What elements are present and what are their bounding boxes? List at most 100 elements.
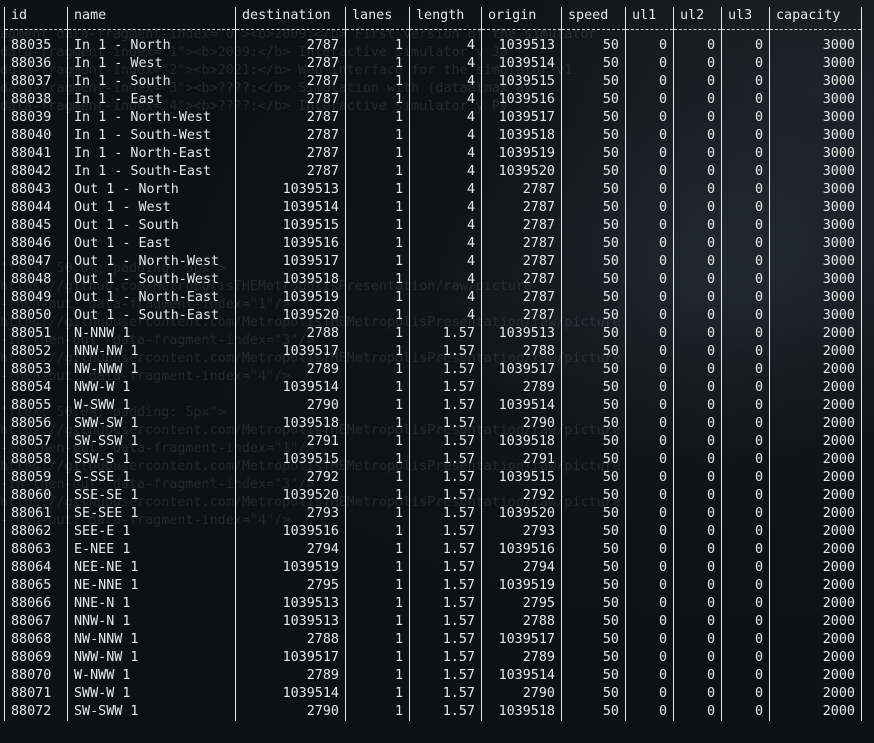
cell-origin: 1039518 (481, 127, 562, 145)
cell-capacity: 2000 (769, 649, 862, 667)
table-row: 88038 In 1 - East 2787 1 4 1039516 50 0 0 0 3000 (4, 91, 862, 109)
cell-name: SEE-E 1 (67, 523, 236, 541)
cell-id: 88070 (4, 667, 68, 685)
cell-ul3: 0 (721, 487, 770, 505)
cell-speed: 50 (561, 55, 626, 73)
cell-ul3: 0 (721, 667, 770, 685)
cell-length: 1.57 (409, 343, 482, 361)
cell-ul1: 0 (625, 163, 674, 181)
cell-ul2: 0 (673, 685, 722, 703)
cell-id: 88043 (4, 181, 68, 199)
cell-speed: 50 (561, 613, 626, 631)
cell-name: Out 1 - South (67, 217, 236, 235)
cell-origin: 2787 (481, 253, 562, 271)
cell-destination: 2787 (235, 145, 346, 163)
cell-name: In 1 - South-East (67, 163, 236, 181)
cell-capacity: 2000 (769, 379, 862, 397)
cell-speed: 50 (561, 235, 626, 253)
cell-length: 4 (409, 271, 482, 289)
cell-capacity: 2000 (769, 343, 862, 361)
cell-destination: 1039513 (235, 595, 346, 613)
cell-origin: 1039517 (481, 109, 562, 127)
cell-destination: 2788 (235, 325, 346, 343)
cell-origin: 2788 (481, 613, 562, 631)
cell-destination: 1039514 (235, 199, 346, 217)
cell-speed: 50 (561, 397, 626, 415)
table-row: 88061 SE-SEE 1 2793 1 1.57 1039520 50 0 0 0 2000 (4, 505, 862, 523)
cell-ul2: 0 (673, 487, 722, 505)
cell-ul3: 0 (721, 451, 770, 469)
cell-ul3: 0 (721, 271, 770, 289)
cell-origin: 2787 (481, 181, 562, 199)
cell-destination: 2787 (235, 163, 346, 181)
cell-lanes: 1 (345, 361, 410, 379)
cell-name: Out 1 - East (67, 235, 236, 253)
table-row: 88049 Out 1 - North-East 1039519 1 4 2787 50 0 0… (4, 289, 862, 307)
cell-destination: 2789 (235, 667, 346, 685)
cell-destination: 1039519 (235, 559, 346, 577)
cell-length: 1.57 (409, 667, 482, 685)
cell-ul1: 0 (625, 181, 674, 199)
cell-lanes: 1 (345, 289, 410, 307)
cell-lanes: 1 (345, 541, 410, 559)
cell-lanes: 1 (345, 37, 410, 55)
cell-speed: 50 (561, 199, 626, 217)
cell-lanes: 1 (345, 91, 410, 109)
cell-capacity: 2000 (769, 505, 862, 523)
cell-speed: 50 (561, 415, 626, 433)
cell-id: 88037 (4, 73, 68, 91)
cell-name: Out 1 - North (67, 181, 236, 199)
cell-ul2: 0 (673, 613, 722, 631)
cell-origin: 1039520 (481, 163, 562, 181)
cell-lanes: 1 (345, 307, 410, 325)
cell-ul3: 0 (721, 343, 770, 361)
cell-capacity: 2000 (769, 559, 862, 577)
cell-speed: 50 (561, 91, 626, 109)
cell-capacity: 3000 (769, 55, 862, 73)
cell-ul2: 0 (673, 415, 722, 433)
cell-ul3: 0 (721, 613, 770, 631)
cell-id: 88072 (4, 703, 68, 721)
cell-ul3: 0 (721, 55, 770, 73)
cell-id: 88050 (4, 307, 68, 325)
cell-id: 88058 (4, 451, 68, 469)
cell-id: 88047 (4, 253, 68, 271)
table-row: 88067 NNW-N 1 1039513 1 1.57 2788 50 0 0 0 2000 (4, 613, 862, 631)
cell-destination: 1039516 (235, 235, 346, 253)
cell-capacity: 2000 (769, 595, 862, 613)
cell-ul3: 0 (721, 505, 770, 523)
cell-origin: 2790 (481, 685, 562, 703)
cell-ul2: 0 (673, 469, 722, 487)
terminal-window[interactable]: agment data-fragment-index="0"><b>2009:<… (0, 0, 874, 743)
cell-id: 88056 (4, 415, 68, 433)
cell-destination: 1039518 (235, 415, 346, 433)
cell-destination: 1039515 (235, 217, 346, 235)
table-row: 88041 In 1 - North-East 2787 1 4 1039519 50 0 0 0… (4, 145, 862, 163)
cell-ul1: 0 (625, 433, 674, 451)
cell-origin: 1039519 (481, 145, 562, 163)
cell-destination: 2790 (235, 397, 346, 415)
table-row: 88064 NEE-NE 1 1039519 1 1.57 2794 50 0 0 0 2000 (4, 559, 862, 577)
header-separator (4, 29, 862, 37)
query-result-table: id name destination lanes length origin … (4, 7, 862, 721)
cell-ul1: 0 (625, 325, 674, 343)
cell-lanes: 1 (345, 631, 410, 649)
column-header-ul2: ul2 (673, 7, 722, 30)
cell-name: NEE-NE 1 (67, 559, 236, 577)
cell-length: 1.57 (409, 685, 482, 703)
table-row: 88046 Out 1 - East 1039516 1 4 2787 50 0 0 0 3000 (4, 235, 862, 253)
cell-ul3: 0 (721, 631, 770, 649)
cell-capacity: 2000 (769, 523, 862, 541)
cell-ul2: 0 (673, 73, 722, 91)
cell-length: 1.57 (409, 631, 482, 649)
cell-ul1: 0 (625, 577, 674, 595)
cell-lanes: 1 (345, 613, 410, 631)
table-row: 88071 SWW-W 1 1039514 1 1.57 2790 50 0 0 0 2000 (4, 685, 862, 703)
cell-lanes: 1 (345, 325, 410, 343)
cell-capacity: 2000 (769, 433, 862, 451)
cell-origin: 2791 (481, 451, 562, 469)
cell-speed: 50 (561, 523, 626, 541)
cell-id: 88042 (4, 163, 68, 181)
table-row: 88048 Out 1 - South-West 1039518 1 4 2787 50 0 0… (4, 271, 862, 289)
cell-ul1: 0 (625, 37, 674, 55)
